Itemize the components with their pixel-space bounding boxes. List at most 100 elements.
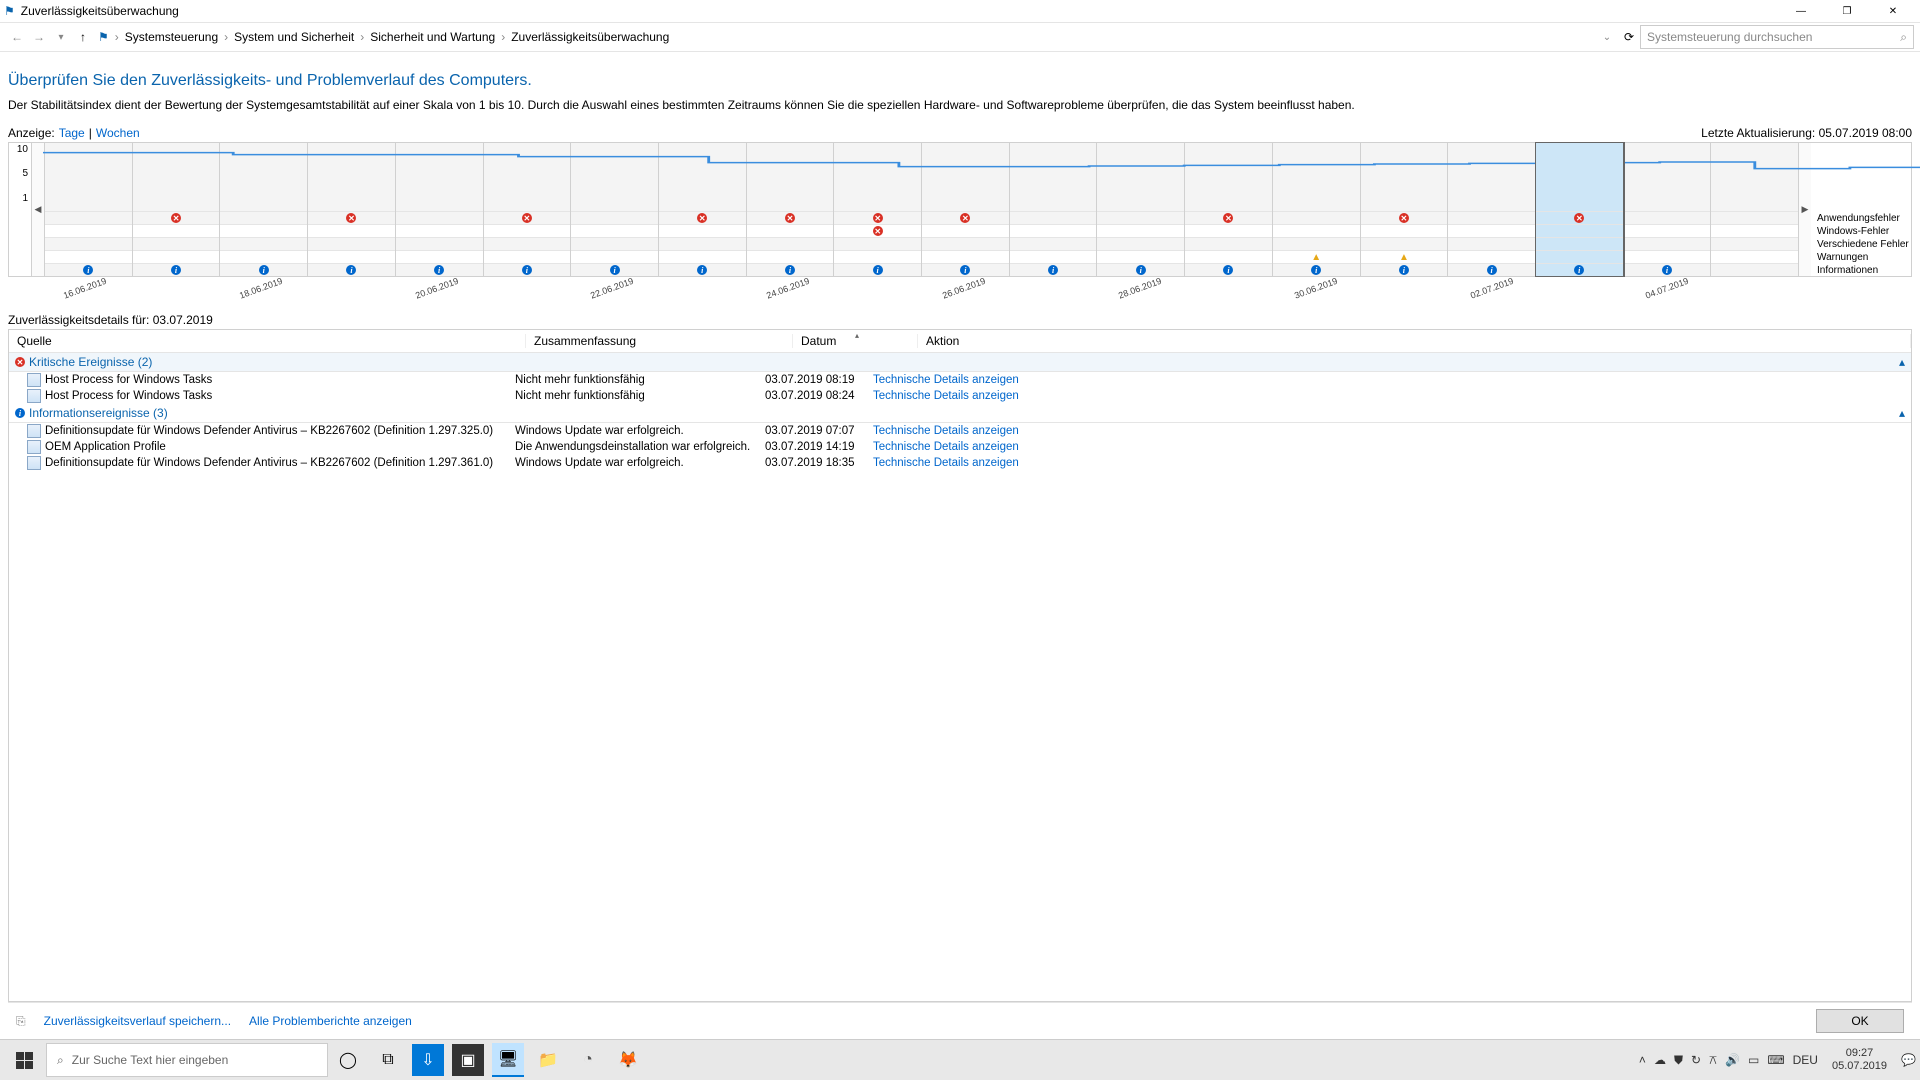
- table-row[interactable]: Host Process for Windows TasksNicht mehr…: [9, 372, 1911, 388]
- breadcrumb-item[interactable]: Sicherheit und Wartung: [370, 30, 495, 44]
- info-icon: i: [960, 265, 970, 275]
- chart-day-column[interactable]: i: [1448, 143, 1536, 276]
- minimize-button[interactable]: —: [1778, 0, 1824, 22]
- language-indicator[interactable]: DEU: [1793, 1053, 1818, 1067]
- view-days-link[interactable]: Tage: [59, 126, 85, 140]
- file-explorer-icon[interactable]: 📁: [532, 1044, 564, 1076]
- firefox-icon[interactable]: 🦊: [612, 1044, 644, 1076]
- taskbar-app-icon[interactable]: ⇩: [412, 1044, 444, 1076]
- onedrive-icon[interactable]: ☁: [1654, 1053, 1666, 1067]
- chart-day-column[interactable]: ✕i: [922, 143, 1010, 276]
- chart-day-column[interactable]: ✕i: [747, 143, 835, 276]
- technical-details-link[interactable]: Technische Details anzeigen: [873, 457, 1019, 469]
- search-placeholder: Systemsteuerung durchsuchen: [1647, 30, 1812, 44]
- collapse-icon: ▴: [1899, 406, 1905, 420]
- maximize-button[interactable]: ❐: [1824, 0, 1870, 22]
- chart-day-column[interactable]: i: [1010, 143, 1098, 276]
- chart-day-column[interactable]: i: [1624, 143, 1712, 276]
- technical-details-link[interactable]: Technische Details anzeigen: [873, 441, 1019, 453]
- refresh-button[interactable]: ⟳: [1618, 30, 1640, 44]
- github-icon[interactable]: ◔: [572, 1044, 604, 1076]
- up-button[interactable]: ↑: [72, 26, 94, 48]
- breadcrumb-item[interactable]: System und Sicherheit: [234, 30, 354, 44]
- chart-day-column[interactable]: i: [571, 143, 659, 276]
- history-dropdown[interactable]: ⌄: [1596, 26, 1618, 48]
- view-weeks-link[interactable]: Wochen: [96, 126, 140, 140]
- close-button[interactable]: ✕: [1870, 0, 1916, 22]
- scroll-right-button[interactable]: ▶: [1798, 143, 1811, 276]
- forward-button[interactable]: →: [28, 26, 50, 48]
- cortana-icon[interactable]: ◯: [328, 1040, 368, 1080]
- chart-day-column[interactable]: ▲i: [1273, 143, 1361, 276]
- photos-icon[interactable]: ▣: [452, 1044, 484, 1076]
- search-input[interactable]: Systemsteuerung durchsuchen ⌕: [1640, 25, 1914, 49]
- breadcrumb[interactable]: ⚑ › Systemsteuerung › System und Sicherh…: [98, 30, 1596, 44]
- ok-button[interactable]: OK: [1816, 1009, 1904, 1033]
- error-icon: ✕: [522, 213, 532, 223]
- col-action[interactable]: Aktion: [918, 334, 1911, 348]
- info-icon: i: [259, 265, 269, 275]
- info-icon: i: [873, 265, 883, 275]
- col-source[interactable]: Quelle: [9, 334, 526, 348]
- chart-day-column[interactable]: ✕▲i: [1361, 143, 1449, 276]
- page-title: Überprüfen Sie den Zuverlässigkeits- und…: [8, 72, 1912, 90]
- back-button[interactable]: ←: [6, 26, 28, 48]
- task-view-icon[interactable]: ⧉: [368, 1040, 408, 1080]
- table-row[interactable]: Definitionsupdate für Windows Defender A…: [9, 455, 1911, 471]
- technical-details-link[interactable]: Technische Details anzeigen: [873, 390, 1019, 402]
- chart-day-column[interactable]: ✕i: [1536, 143, 1624, 276]
- battery-icon[interactable]: ▭: [1748, 1053, 1759, 1067]
- details-header: Zuverlässigkeitsdetails für: 03.07.2019: [8, 313, 1912, 327]
- start-button[interactable]: [4, 1040, 44, 1080]
- chart-day-column[interactable]: ✕i: [133, 143, 221, 276]
- chart-day-column[interactable]: i: [45, 143, 133, 276]
- table-row[interactable]: OEM Application ProfileDie Anwendungsdei…: [9, 439, 1911, 455]
- table-row[interactable]: Definitionsupdate für Windows Defender A…: [9, 423, 1911, 439]
- clock[interactable]: 09:27 05.07.2019: [1826, 1047, 1893, 1073]
- save-history-link[interactable]: Zuverlässigkeitsverlauf speichern...: [44, 1014, 231, 1028]
- details-table: Quelle Zusammenfassung Datum▴ Aktion ✕ K…: [8, 329, 1912, 1002]
- table-row[interactable]: Host Process for Windows TasksNicht mehr…: [9, 388, 1911, 404]
- window-title: Zuverlässigkeitsüberwachung: [21, 4, 179, 18]
- chart-day-column[interactable]: ✕i: [484, 143, 572, 276]
- technical-details-link[interactable]: Technische Details anzeigen: [873, 374, 1019, 386]
- chart-day-column[interactable]: ✕i: [659, 143, 747, 276]
- update-icon[interactable]: ↻: [1691, 1053, 1701, 1067]
- chart-day-column[interactable]: ✕i: [308, 143, 396, 276]
- action-center-icon[interactable]: 💬: [1901, 1053, 1916, 1067]
- chart-day-column[interactable]: i: [220, 143, 308, 276]
- nav-bar: ← → ▾ ↑ ⚑ › Systemsteuerung › System und…: [0, 22, 1920, 52]
- view-all-problems-link[interactable]: Alle Problemberichte anzeigen: [249, 1014, 412, 1028]
- chart-day-column[interactable]: i: [1097, 143, 1185, 276]
- chart-day-column[interactable]: ✕i: [1185, 143, 1273, 276]
- collapse-icon: ▴: [1899, 355, 1905, 369]
- x-axis-dates: 16.06.201918.06.201920.06.201922.06.2019…: [42, 277, 1800, 305]
- chart-day-column[interactable]: ✕✕i: [834, 143, 922, 276]
- error-icon: ✕: [1399, 213, 1409, 223]
- recent-locations-button[interactable]: ▾: [50, 26, 72, 48]
- breadcrumb-item[interactable]: Zuverlässigkeitsüberwachung: [511, 30, 669, 44]
- security-icon[interactable]: ⛊: [1674, 1053, 1683, 1068]
- group-critical[interactable]: ✕ Kritische Ereignisse (2) ▴: [9, 353, 1911, 372]
- error-icon: ✕: [697, 213, 707, 223]
- chart-day-column[interactable]: i: [396, 143, 484, 276]
- col-summary[interactable]: Zusammenfassung: [526, 334, 793, 348]
- info-icon: i: [434, 265, 444, 275]
- group-information[interactable]: i Informationsereignisse (3) ▴: [9, 404, 1911, 423]
- warning-icon: ▲: [1311, 252, 1321, 263]
- chevron-right-icon: ›: [358, 30, 366, 44]
- scroll-left-button[interactable]: ◀: [32, 143, 45, 276]
- error-icon: ✕: [1223, 213, 1233, 223]
- page-description: Der Stabilitätsindex dient der Bewertung…: [8, 98, 1912, 112]
- keyboard-icon[interactable]: ⌨: [1767, 1053, 1784, 1067]
- network-icon[interactable]: ⚻: [1709, 1053, 1717, 1068]
- flag-icon: ⚑: [98, 30, 109, 44]
- taskbar-search[interactable]: ⌕ Zur Suche Text hier eingeben: [46, 1043, 328, 1077]
- col-date[interactable]: Datum▴: [793, 334, 918, 348]
- chart-day-column[interactable]: [1711, 143, 1798, 276]
- control-panel-icon[interactable]: 🖥: [492, 1043, 524, 1077]
- volume-icon[interactable]: 🔊: [1725, 1053, 1740, 1067]
- tray-chevron-icon[interactable]: ˄: [1639, 1053, 1646, 1067]
- breadcrumb-item[interactable]: Systemsteuerung: [125, 30, 218, 44]
- technical-details-link[interactable]: Technische Details anzeigen: [873, 425, 1019, 437]
